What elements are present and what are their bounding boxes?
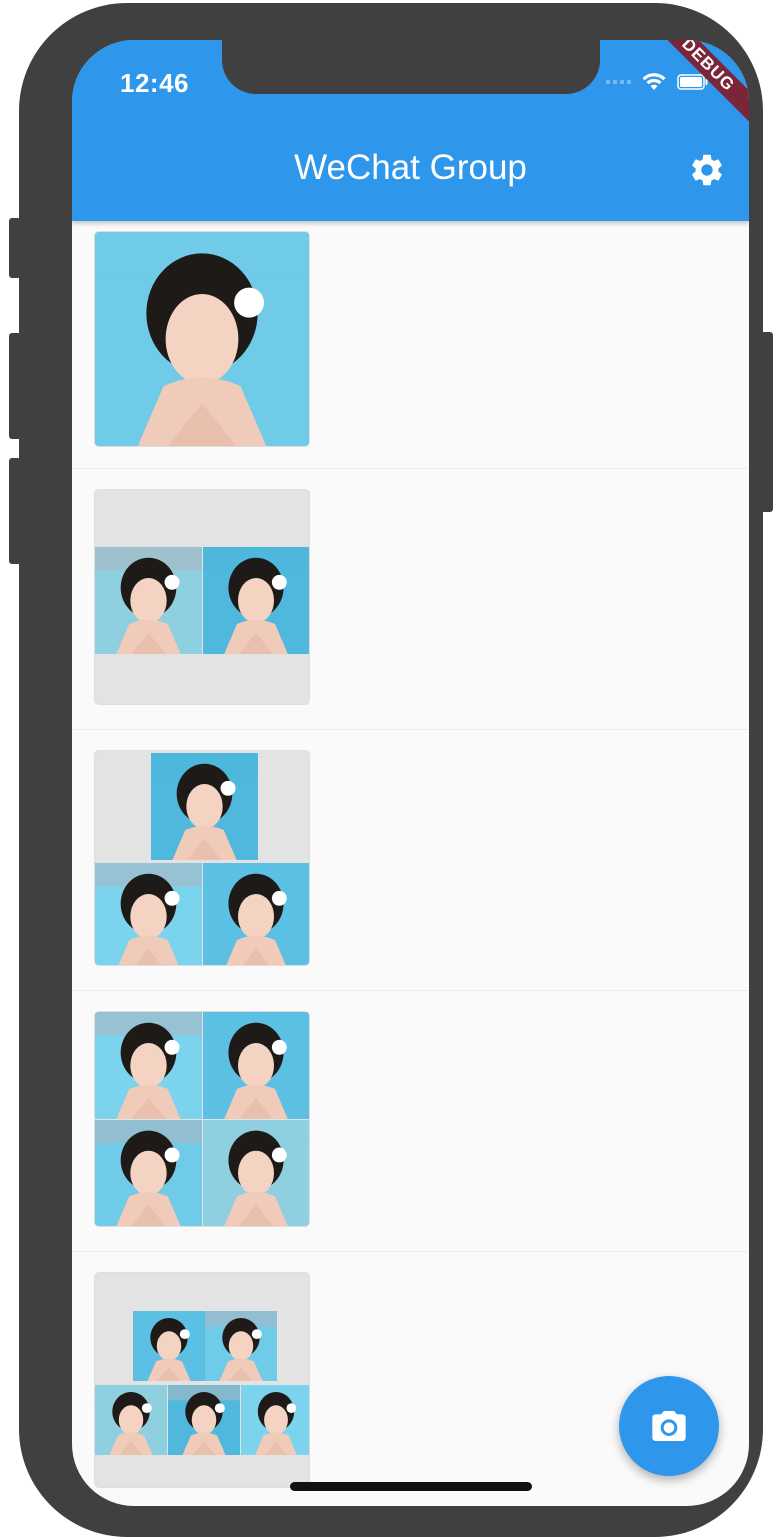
camera-icon [652, 1411, 686, 1441]
wifi-icon [642, 73, 666, 90]
group-avatar-4[interactable] [94, 1011, 310, 1227]
group-avatar-3[interactable] [94, 750, 310, 966]
group-member-photo [95, 232, 309, 446]
gear-icon [692, 154, 722, 186]
home-indicator [290, 1482, 532, 1491]
settings-button[interactable] [687, 150, 727, 190]
status-icons [606, 72, 709, 92]
cellular-icon [606, 80, 631, 84]
group-member-photo [203, 1120, 309, 1226]
list-item [72, 221, 749, 469]
phone-frame: 12:46 DEBUG WeChat Group [19, 3, 763, 1537]
group-member-photo [95, 1385, 167, 1455]
group-avatar-1[interactable] [94, 231, 310, 447]
list-item [72, 469, 749, 730]
group-member-photo [133, 1311, 205, 1381]
page-title: WeChat Group [294, 148, 527, 187]
list-item [72, 991, 749, 1252]
list-item [72, 730, 749, 991]
group-member-photo [203, 1012, 309, 1119]
notch [222, 40, 600, 94]
group-member-photo [203, 547, 309, 654]
group-member-photo [151, 753, 258, 860]
group-member-photo [95, 1012, 202, 1119]
group-member-photo [241, 1385, 309, 1455]
camera-button[interactable] [619, 1376, 719, 1476]
group-avatar-2[interactable] [94, 489, 310, 705]
group-list [72, 221, 749, 1506]
group-member-photo [205, 1311, 277, 1381]
group-avatar-5[interactable] [94, 1272, 310, 1488]
group-member-photo [95, 863, 202, 965]
status-time: 12:46 [120, 68, 189, 98]
group-member-photo [203, 863, 309, 965]
group-member-photo [168, 1385, 240, 1455]
screen: 12:46 DEBUG WeChat Group [72, 40, 749, 1506]
group-member-photo [95, 1120, 202, 1226]
group-member-photo [95, 547, 202, 654]
